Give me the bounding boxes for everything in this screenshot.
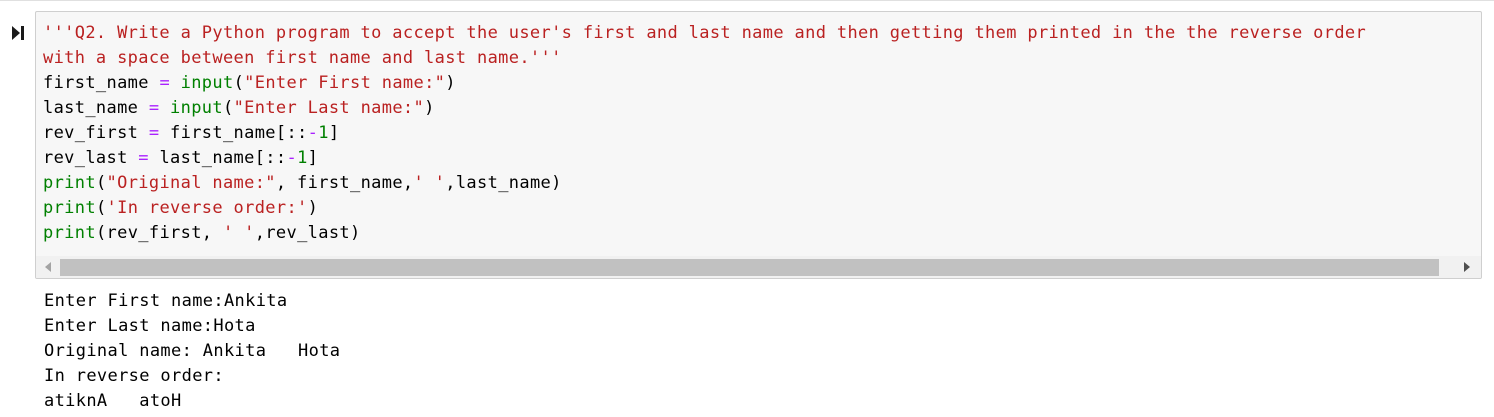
code-token: ) bbox=[445, 73, 456, 93]
code-token: print bbox=[43, 223, 96, 243]
code-token: ( bbox=[95, 173, 107, 193]
cell-output: Enter First name:Ankita Enter Last name:H… bbox=[44, 289, 340, 414]
code-token: first_name[:: bbox=[159, 123, 308, 143]
code-token: print bbox=[43, 173, 96, 193]
code-token: ] bbox=[307, 148, 319, 168]
code-token: ,last_name) bbox=[445, 173, 562, 193]
scroll-right-arrow-icon[interactable] bbox=[1460, 260, 1474, 274]
code-token: 1 bbox=[297, 148, 308, 168]
code-token: print bbox=[43, 198, 96, 218]
code-token: '''Q2. Write a Python program to accept … bbox=[43, 23, 1367, 43]
code-token: = bbox=[159, 73, 171, 93]
output-line: atiknA atoH bbox=[44, 391, 182, 411]
code-line: print("Original name:", first_name,' ',l… bbox=[43, 171, 1366, 196]
notebook-top-divider bbox=[0, 0, 1494, 1]
code-token: (rev_first, bbox=[95, 223, 223, 243]
code-token: ( bbox=[95, 198, 107, 218]
code-token: ( bbox=[233, 73, 245, 93]
code-line: print(rev_first, ' ',rev_last) bbox=[43, 221, 1366, 246]
code-line: rev_first = first_name[::-1] bbox=[43, 121, 1366, 146]
code-token: last_name bbox=[43, 98, 149, 118]
code-token: ' ' bbox=[413, 173, 446, 193]
output-line: Original name: Ankita Hota bbox=[44, 341, 341, 361]
run-cell-icon[interactable] bbox=[10, 24, 26, 42]
code-token: = bbox=[148, 98, 160, 118]
code-line: rev_last = last_name[::-1] bbox=[43, 146, 1366, 171]
code-token: , first_name, bbox=[275, 173, 414, 193]
code-token: rev_last bbox=[43, 148, 139, 168]
code-token: "Original name:" bbox=[106, 173, 276, 193]
code-token: input bbox=[180, 73, 234, 93]
output-line: In reverse order: bbox=[44, 366, 224, 386]
code-token: = bbox=[148, 123, 160, 143]
code-token: ( bbox=[222, 98, 234, 118]
code-token: - bbox=[286, 148, 298, 168]
scrollbar-thumb[interactable] bbox=[60, 259, 1439, 276]
horizontal-scrollbar[interactable] bbox=[36, 256, 1481, 278]
code-token: ' ' bbox=[222, 223, 255, 243]
output-line: Enter Last name:Hota bbox=[44, 316, 256, 336]
code-token: - bbox=[307, 123, 319, 143]
code-token: ) bbox=[307, 198, 319, 218]
code-line: '''Q2. Write a Python program to accept … bbox=[43, 21, 1366, 46]
code-line: with a space between first name and last… bbox=[43, 46, 1366, 71]
code-line: last_name = input("Enter Last name:") bbox=[43, 96, 1366, 121]
code-token: ,rev_last) bbox=[254, 223, 361, 243]
output-line: Enter First name:Ankita bbox=[44, 291, 288, 311]
code-editor[interactable]: '''Q2. Write a Python program to accept … bbox=[43, 21, 1366, 246]
code-token: first_name bbox=[43, 73, 160, 93]
code-token: = bbox=[138, 148, 149, 168]
code-token: ) bbox=[424, 98, 435, 118]
code-token: rev_first bbox=[43, 123, 149, 143]
code-token: 1 bbox=[318, 123, 329, 143]
code-token: last_name[:: bbox=[148, 148, 287, 168]
code-line: print('In reverse order:') bbox=[43, 196, 1366, 221]
scroll-left-arrow-icon[interactable] bbox=[41, 260, 55, 274]
code-cell-input[interactable]: '''Q2. Write a Python program to accept … bbox=[35, 11, 1482, 279]
code-token: "Enter Last name:" bbox=[233, 98, 425, 118]
code-token: ] bbox=[328, 123, 340, 143]
code-line: first_name = input("Enter First name:") bbox=[43, 71, 1366, 96]
code-token: "Enter First name:" bbox=[244, 73, 446, 93]
code-token: 'In reverse order:' bbox=[106, 198, 308, 218]
code-token: input bbox=[170, 98, 223, 118]
code-token: with a space between first name and last… bbox=[43, 48, 562, 68]
